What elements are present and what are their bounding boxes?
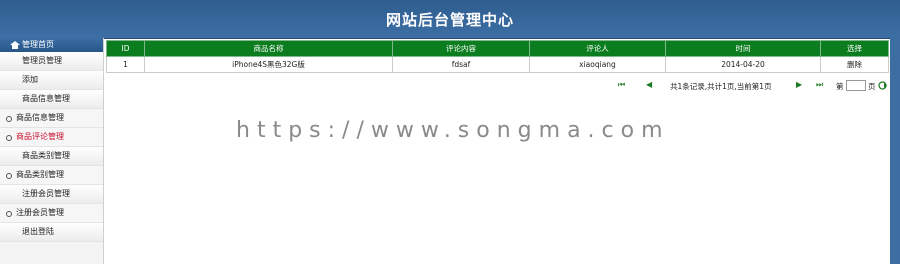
sidebar-group-label: 商品信息管理 (16, 113, 64, 122)
next-page-icon[interactable]: ▶ (796, 80, 802, 89)
sidebar-group-label: 注册会员管理 (16, 208, 64, 217)
delete-link[interactable]: 删除 (820, 56, 889, 73)
page-number-input[interactable] (846, 80, 866, 91)
home-icon (10, 41, 20, 49)
goto-suffix: 页 (868, 82, 876, 91)
first-page-icon[interactable]: ⏮ (618, 80, 625, 90)
sidebar-item-label: 管理员管理 (22, 56, 62, 65)
sidebar-item-logout[interactable]: 退出登陆 (0, 223, 103, 242)
column-header: ID (106, 40, 145, 57)
last-page-icon[interactable]: ⏭ (816, 80, 823, 90)
sidebar-item-label: 注册会员管理 (22, 189, 70, 198)
page-title: 网站后台管理中心 (385, 11, 514, 29)
sidebar-group-label: 商品评论管理 (16, 132, 64, 141)
header-bar: 网站后台管理中心 (0, 0, 900, 39)
sidebar-item-category[interactable]: 商品类别管理 (0, 147, 103, 166)
sidebar-group-goods[interactable]: 商品信息管理 (0, 109, 103, 128)
prev-page-icon[interactable]: ◀ (646, 80, 652, 89)
sidebar-home[interactable]: 管理首页 (0, 38, 103, 52)
pagination-summary: 共1条记录,共计1页,当前第1页 (670, 82, 772, 91)
table-row: 1 iPhone4S黑色32G版 fdsaf xiaoqiang 2014-04… (106, 56, 889, 73)
column-header: 评论内容 (392, 40, 530, 57)
cell-time: 2014-04-20 (665, 56, 821, 73)
cell-product: iPhone4S黑色32G版 (144, 56, 393, 73)
sidebar-item-label: 退出登陆 (22, 227, 54, 236)
bullet-icon (6, 135, 12, 141)
sidebar-item-label: 商品类别管理 (22, 151, 70, 160)
right-edge-bar (890, 38, 900, 264)
watermark-text: https://www.songma.com (236, 118, 670, 143)
comments-table: ID 商品名称 评论内容 评论人 时间 选择 1 iPhone4S黑色32G版 … (106, 40, 889, 73)
cell-content: fdsaf (392, 56, 530, 73)
sidebar: 管理首页 管理员管理 添加 商品信息管理 商品信息管理 商品评论管理 商品类别管… (0, 38, 104, 264)
sidebar-home-label: 管理首页 (22, 40, 54, 49)
sidebar-item-label: 添加 (22, 75, 38, 84)
sidebar-item-members[interactable]: 注册会员管理 (0, 185, 103, 204)
goto-prefix: 第 (836, 82, 844, 91)
bullet-icon (6, 211, 12, 217)
cell-user: xiaoqiang (529, 56, 666, 73)
table-header-row: ID 商品名称 评论内容 评论人 时间 选择 (106, 40, 889, 57)
sidebar-item-admin[interactable]: 管理员管理 (0, 52, 103, 71)
column-header: 选择 (820, 40, 889, 57)
bullet-icon (6, 116, 12, 122)
column-header: 评论人 (529, 40, 666, 57)
go-icon[interactable] (878, 81, 888, 90)
sidebar-group-members[interactable]: 注册会员管理 (0, 204, 103, 223)
sidebar-group-comments[interactable]: 商品评论管理 (0, 128, 103, 147)
sidebar-item-label: 商品信息管理 (22, 94, 70, 103)
sidebar-item-add[interactable]: 添加 (0, 71, 103, 90)
sidebar-group-label: 商品类别管理 (16, 170, 64, 179)
pagination: ⏮ ◀ 共1条记录,共计1页,当前第1页 ▶ ⏭ 第 页 (618, 80, 898, 92)
cell-id: 1 (106, 56, 145, 73)
column-header: 商品名称 (144, 40, 393, 57)
sidebar-group-category[interactable]: 商品类别管理 (0, 166, 103, 185)
bullet-icon (6, 173, 12, 179)
column-header: 时间 (665, 40, 821, 57)
sidebar-item-goods[interactable]: 商品信息管理 (0, 90, 103, 109)
